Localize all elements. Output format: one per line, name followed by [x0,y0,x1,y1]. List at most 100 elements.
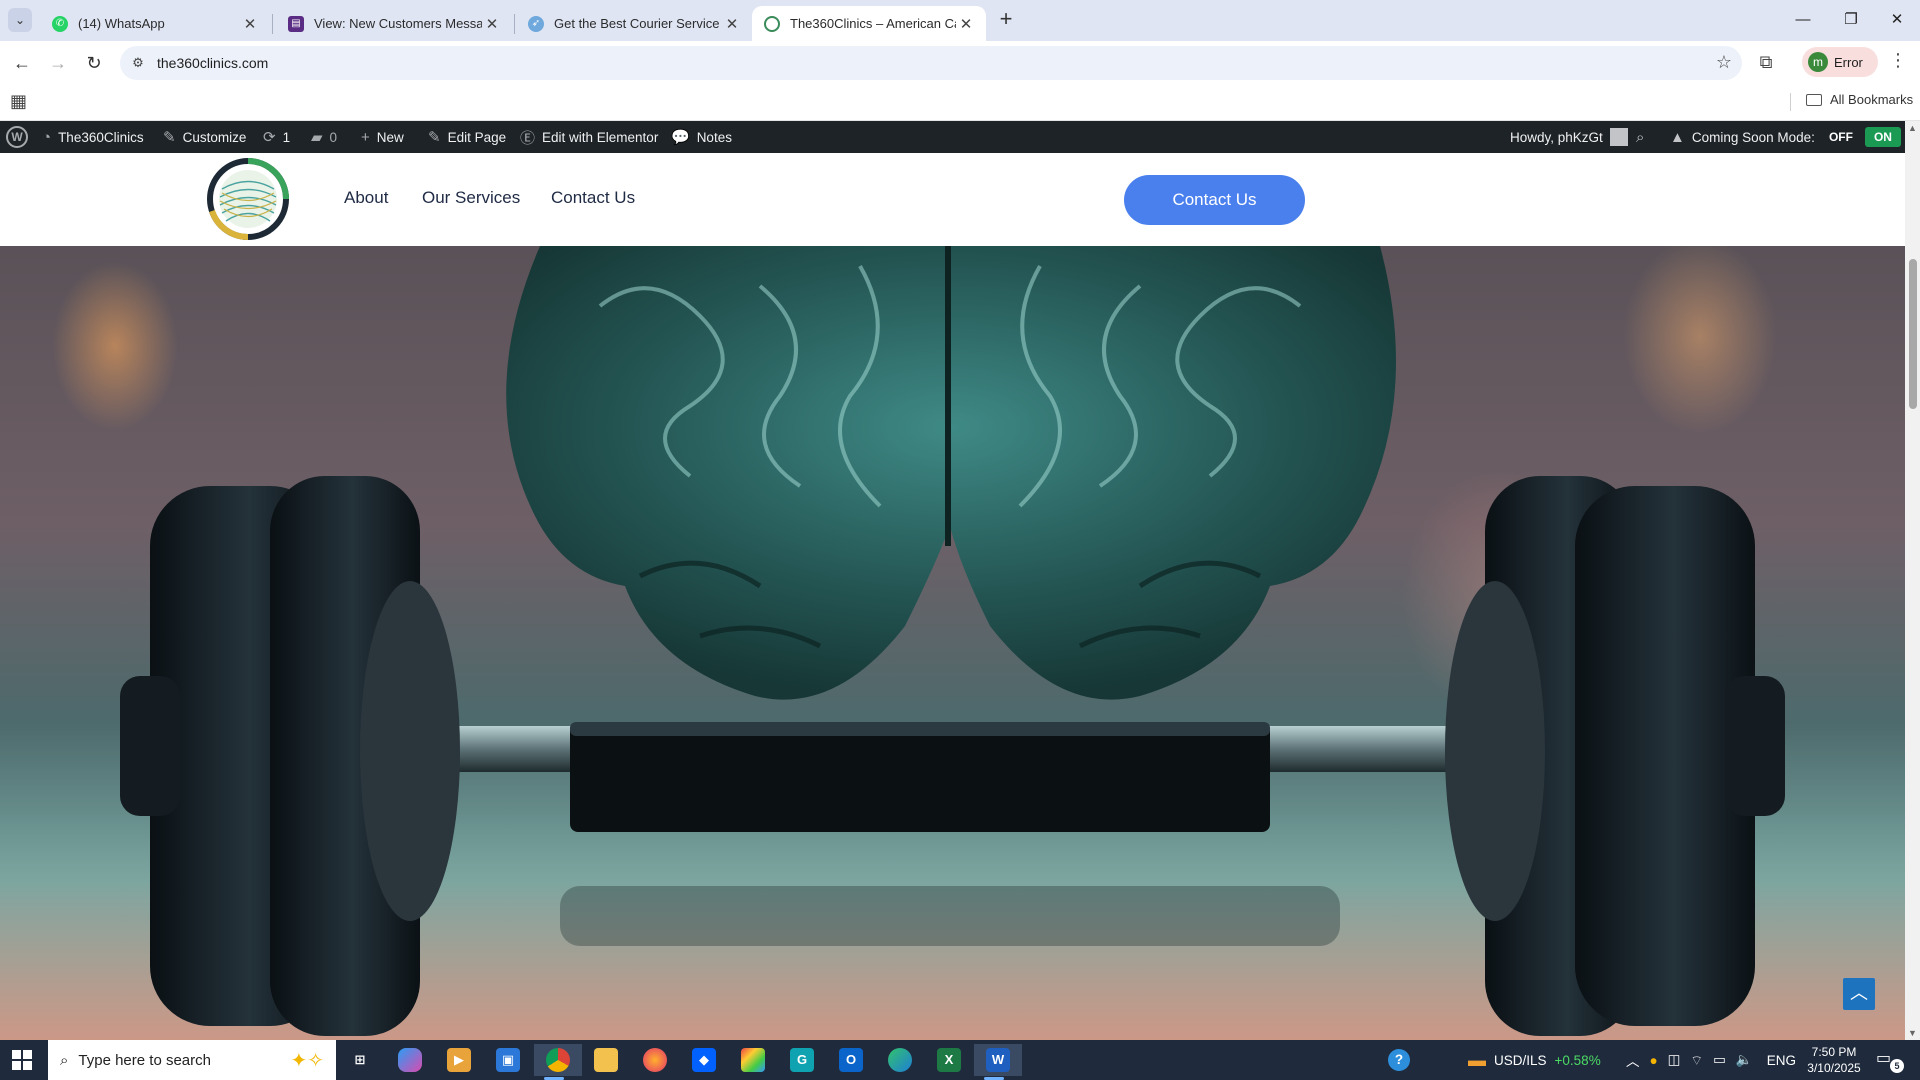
coming-soon-on[interactable]: ON [1864,127,1901,147]
contact-us-button[interactable]: Contact Us [1124,175,1305,225]
folder-icon [1806,93,1822,106]
firefox-icon [643,1048,667,1072]
store-app[interactable]: ▣ [488,1044,528,1076]
bookmark-star-icon[interactable]: ☆ [1716,52,1732,73]
wp-my-account[interactable]: Howdy, phKzGt [1510,121,1628,153]
wp-comments[interactable]: ▰ 0 [311,121,337,153]
copilot-app[interactable] [390,1044,430,1076]
notification-center-button[interactable]: ▭ 5 [1876,1048,1904,1073]
coming-soon-toggle[interactable]: ▲ Coming Soon Mode: OFF ON [1670,121,1901,153]
photos-app[interactable] [733,1044,773,1076]
wp-new[interactable]: + New [361,121,404,153]
speech-bubble-icon: 💬 [671,129,690,146]
tab-the360clinics[interactable]: The360Clinics – American Cana ✕ [752,6,986,41]
rocket-icon: ▲ [1670,128,1685,146]
wp-logo-menu[interactable]: W [6,121,28,153]
scrollbar-thumb[interactable] [1909,259,1917,409]
scroll-up-icon[interactable]: ▲ [1908,123,1917,133]
restore-button[interactable]: ❐ [1828,6,1874,34]
folder-icon [594,1048,618,1072]
scroll-to-top-button[interactable]: ︿ [1843,978,1875,1010]
wp-updates[interactable]: ⟳ 1 [263,121,290,153]
site-logo[interactable] [206,156,290,242]
clock-time: 7:50 PM [1811,1045,1857,1059]
extensions-button[interactable]: ⧉ [1752,48,1780,76]
store-icon: ▣ [496,1048,520,1072]
nav-about[interactable]: About [344,188,388,208]
show-hidden-icons-icon[interactable]: ︿ [1626,1050,1640,1070]
wp-customize[interactable]: ✎ Customize [163,121,246,153]
reload-button[interactable]: ↻ [80,49,108,77]
new-tab-button[interactable]: + [994,8,1018,32]
volume-icon[interactable]: 🔈 [1736,1052,1753,1068]
close-icon[interactable]: ✕ [240,15,260,33]
word-app[interactable]: W [974,1044,1022,1080]
browser-toolbar: ← → ↻ ⚙ the360clinics.com ☆ [0,41,1920,83]
close-icon[interactable]: ✕ [482,15,502,33]
minimize-button[interactable]: — [1780,6,1826,34]
tab-courier-service[interactable]: ➶ Get the Best Courier Service in ✕ [516,6,752,41]
edit-page-label: Edit Page [447,129,507,145]
dropbox-app[interactable]: ◆ [684,1044,724,1076]
new-label: New [376,129,404,145]
firefox-app[interactable] [635,1044,675,1076]
coming-soon-label: Coming Soon Mode: [1691,129,1815,145]
chrome-tray-icon[interactable]: ● [1650,1053,1658,1068]
close-window-button[interactable]: ✕ [1874,6,1920,34]
battery-icon[interactable]: ▭ [1713,1052,1726,1068]
wp-notes[interactable]: 💬 Notes [671,121,732,153]
outlook-app[interactable]: O [831,1044,871,1076]
nav-contact-us[interactable]: Contact Us [551,188,635,208]
wp-search[interactable]: ⌕ [1636,121,1651,153]
chevron-down-icon: ⌄ [14,13,26,27]
updates-count: 1 [282,129,291,145]
meet-icon[interactable]: ◫ [1668,1052,1681,1068]
browser-menu-button[interactable]: ⋮ [1886,50,1910,74]
site-name-label: The360Clinics [58,129,144,145]
back-button[interactable]: ← [8,49,36,77]
hero-image [0,246,1905,1040]
start-button[interactable] [12,1050,32,1070]
all-bookmarks-button[interactable]: All Bookmarks [1806,92,1913,107]
excel-icon: X [937,1048,961,1072]
scroll-down-icon[interactable]: ▼ [1908,1028,1917,1038]
system-tray[interactable]: ︿ ● ◫ ⌔ ▭ 🔈 ENG [1626,1040,1796,1080]
tab-search-button[interactable]: ⌄ [8,8,32,32]
url-text[interactable]: the360clinics.com [157,55,268,71]
chrome-app[interactable] [534,1044,582,1080]
page-scrollbar[interactable]: ▲ ▼ [1905,121,1920,1040]
close-icon[interactable]: ✕ [722,15,742,33]
forward-button[interactable]: → [44,49,72,77]
wp-edit-page[interactable]: ✎ Edit Page [428,121,506,153]
nav-our-services[interactable]: Our Services [422,188,520,208]
tab-whatsapp[interactable]: ✆ (14) WhatsApp ✕ [40,6,270,41]
site-info-icon[interactable]: ⚙ [128,53,148,73]
task-view-button[interactable]: ⊞ [340,1044,380,1076]
profile-button[interactable]: m Error [1802,47,1878,77]
file-explorer-app[interactable] [586,1044,626,1076]
address-bar[interactable]: ⚙ the360clinics.com ☆ [120,46,1742,80]
wifi-icon[interactable]: ⌔ [1690,1052,1703,1069]
grammar-app[interactable]: G [782,1044,822,1076]
browser-tab-strip: ⌄ ✆ (14) WhatsApp ✕ ▤ View: New Customer… [0,0,1920,41]
language-indicator[interactable]: ENG [1767,1053,1796,1068]
plus-icon: + [361,128,370,146]
tab-customers-message[interactable]: ▤ View: New Customers Message ✕ [276,6,512,41]
edge-app[interactable] [880,1044,920,1076]
coming-soon-off[interactable]: OFF [1829,130,1853,144]
wp-edit-elementor[interactable]: Ⓔ Edit with Elementor [520,121,658,153]
edit-elementor-label: Edit with Elementor [542,129,659,145]
taskbar-search[interactable]: ⌕ Type here to search ✦✧ [48,1040,336,1080]
excel-app[interactable]: X [929,1044,969,1076]
close-icon[interactable]: ✕ [956,15,976,33]
wp-admin-bar: W ◔ The360Clinics ✎ Customize ⟳ 1 ▰ 0 + … [0,121,1905,153]
clock[interactable]: 7:50 PM 3/10/2025 [1804,1044,1864,1076]
windows-taskbar: ⌕ Type here to search ✦✧ ⊞ ▶ ▣ ◆ G O X W… [0,1040,1920,1080]
outlook-icon: O [839,1048,863,1072]
help-tray[interactable]: ? [1388,1040,1410,1080]
brain-dumbbell-illustration [0,246,1905,1040]
media-player-app[interactable]: ▶ [439,1044,479,1076]
apps-grid-icon[interactable]: ▦ [10,91,27,112]
ticker-widget[interactable]: ▬ USD/ILS +0.58% [1468,1040,1601,1080]
wp-site-name[interactable]: ◔ The360Clinics [42,121,144,153]
